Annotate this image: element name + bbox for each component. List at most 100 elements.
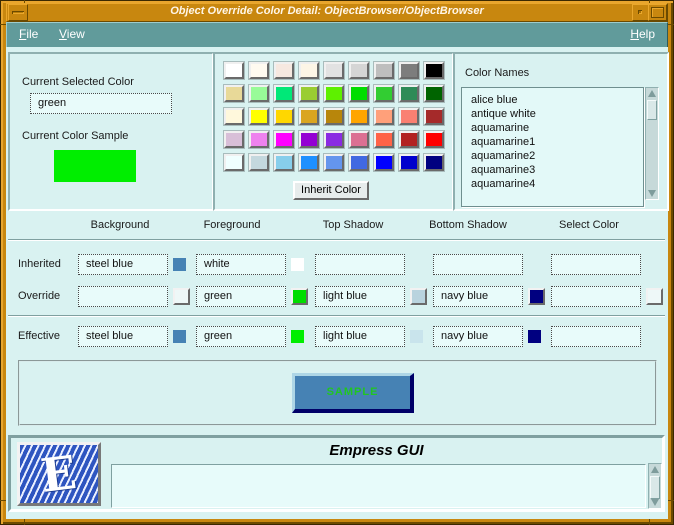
override-foreground-field[interactable]: green (196, 286, 286, 307)
override-bottom-shadow-field[interactable]: navy blue (433, 286, 523, 307)
effective-bottom-shadow-field[interactable]: navy blue (433, 326, 523, 347)
color-name-item[interactable]: antique white (462, 107, 643, 121)
column-headers: Background Foreground Top Shadow Bottom Sha… (6, 219, 668, 233)
color-name-item[interactable]: aquamarine (462, 121, 643, 135)
color-name-item[interactable]: aquamarine4 (462, 177, 643, 191)
scrollbar-thumb[interactable] (650, 476, 660, 499)
palette-swatch-r1c3[interactable] (273, 61, 295, 80)
palette-swatch-r3c7[interactable] (373, 107, 395, 126)
palette-swatch-r5c7[interactable] (373, 153, 395, 172)
palette-swatch-r4c9[interactable] (423, 130, 445, 149)
selected-color-field[interactable]: green (30, 93, 172, 114)
palette-swatch-r2c5[interactable] (323, 84, 345, 103)
override-foreground-swatch[interactable] (291, 288, 308, 305)
color-names-panel: Color Names alice blue antique white aquam… (453, 52, 669, 211)
palette-swatch-r2c2[interactable] (248, 84, 270, 103)
main-content: Current Selected Color green Current Col… (6, 47, 669, 519)
palette-swatch-r5c3[interactable] (273, 153, 295, 172)
palette-swatch-r4c5[interactable] (323, 130, 345, 149)
menu-help[interactable]: Help (626, 26, 659, 43)
palette-swatch-r2c8[interactable] (398, 84, 420, 103)
palette-swatch-r4c3[interactable] (273, 130, 295, 149)
window-menu-icon (12, 11, 24, 14)
override-background-swatch[interactable] (173, 288, 190, 305)
effective-top-shadow-field[interactable]: light blue (315, 326, 405, 347)
palette-swatch-r5c8[interactable] (398, 153, 420, 172)
inherited-select-color-field[interactable] (551, 254, 641, 275)
scroll-down-icon[interactable] (650, 497, 660, 508)
effective-select-color-field[interactable] (551, 326, 641, 347)
palette-swatch-r2c3[interactable] (273, 84, 295, 103)
palette-swatch-r1c1[interactable] (223, 61, 245, 80)
effective-foreground-field[interactable]: green (196, 326, 286, 347)
palette-swatch-r3c2[interactable] (248, 107, 270, 126)
override-select-color-swatch[interactable] (646, 288, 663, 305)
minimize-button[interactable] (632, 4, 649, 21)
scroll-up-icon[interactable] (647, 88, 657, 99)
color-names-list[interactable]: alice blue antique white aquamarine aquamar… (461, 87, 644, 207)
override-top-shadow-swatch[interactable] (410, 288, 427, 305)
palette-swatch-r2c7[interactable] (373, 84, 395, 103)
effective-background-field[interactable]: steel blue (78, 326, 168, 347)
palette-swatch-r1c7[interactable] (373, 61, 395, 80)
palette-swatch-r3c4[interactable] (298, 107, 320, 126)
palette-swatch-r3c8[interactable] (398, 107, 420, 126)
palette-swatch-r1c9[interactable] (423, 61, 445, 80)
override-background-field[interactable] (78, 286, 168, 307)
palette-swatch-r2c1[interactable] (223, 84, 245, 103)
titlebar[interactable]: Object Override Color Detail: ObjectBrow… (6, 3, 668, 22)
palette-swatch-r4c1[interactable] (223, 130, 245, 149)
empress-logo: E (17, 442, 101, 506)
menu-view[interactable]: View (55, 26, 89, 43)
inherited-top-shadow-field[interactable] (315, 254, 405, 275)
frame-notch (24, 519, 25, 525)
palette-swatch-r5c5[interactable] (323, 153, 345, 172)
maximize-button[interactable] (648, 4, 667, 21)
palette-swatch-r1c8[interactable] (398, 61, 420, 80)
message-scrollbar[interactable] (648, 463, 662, 509)
sample-button[interactable]: SAMPLE (292, 373, 414, 413)
scrollbar-thumb[interactable] (647, 100, 657, 120)
palette-swatch-r3c6[interactable] (348, 107, 370, 126)
palette-swatch-r3c5[interactable] (323, 107, 345, 126)
palette-swatch-r3c1[interactable] (223, 107, 245, 126)
palette-swatch-r2c6[interactable] (348, 84, 370, 103)
palette-swatch-r5c4[interactable] (298, 153, 320, 172)
palette-swatch-r2c9[interactable] (423, 84, 445, 103)
color-name-item[interactable]: aquamarine3 (462, 163, 643, 177)
empress-logo-letter: E (38, 445, 80, 503)
palette-swatch-r4c6[interactable] (348, 130, 370, 149)
menu-file[interactable]: File (15, 26, 42, 43)
palette-swatch-r1c2[interactable] (248, 61, 270, 80)
color-name-item[interactable]: aquamarine2 (462, 149, 643, 163)
palette-swatch-r5c9[interactable] (423, 153, 445, 172)
inherited-background-field[interactable]: steel blue (78, 254, 168, 275)
scroll-down-icon[interactable] (647, 188, 657, 199)
palette-swatch-r1c6[interactable] (348, 61, 370, 80)
inherited-bottom-shadow-field[interactable] (433, 254, 523, 275)
palette-swatch-r4c8[interactable] (398, 130, 420, 149)
palette-swatch-r2c4[interactable] (298, 84, 320, 103)
palette-swatch-r4c2[interactable] (248, 130, 270, 149)
palette-swatch-r5c1[interactable] (223, 153, 245, 172)
inherited-foreground-field[interactable]: white (196, 254, 286, 275)
override-top-shadow-field[interactable]: light blue (315, 286, 405, 307)
override-bottom-shadow-swatch[interactable] (528, 288, 545, 305)
window-menu-button[interactable] (8, 4, 28, 21)
column-header: Select Color (559, 219, 619, 231)
message-area[interactable] (111, 464, 646, 508)
palette-swatch-r3c3[interactable] (273, 107, 295, 126)
inherit-color-button[interactable]: Inherit Color (293, 181, 369, 200)
scroll-up-icon[interactable] (650, 464, 660, 475)
palette-swatch-r3c9[interactable] (423, 107, 445, 126)
palette-swatch-r5c6[interactable] (348, 153, 370, 172)
palette-swatch-r1c5[interactable] (323, 61, 345, 80)
palette-swatch-r1c4[interactable] (298, 61, 320, 80)
override-select-color-field[interactable] (551, 286, 641, 307)
palette-swatch-r4c7[interactable] (373, 130, 395, 149)
color-names-scrollbar[interactable] (645, 87, 659, 200)
palette-swatch-r5c2[interactable] (248, 153, 270, 172)
color-name-item[interactable]: aquamarine1 (462, 135, 643, 149)
palette-swatch-r4c4[interactable] (298, 130, 320, 149)
color-name-item[interactable]: alice blue (462, 93, 643, 107)
